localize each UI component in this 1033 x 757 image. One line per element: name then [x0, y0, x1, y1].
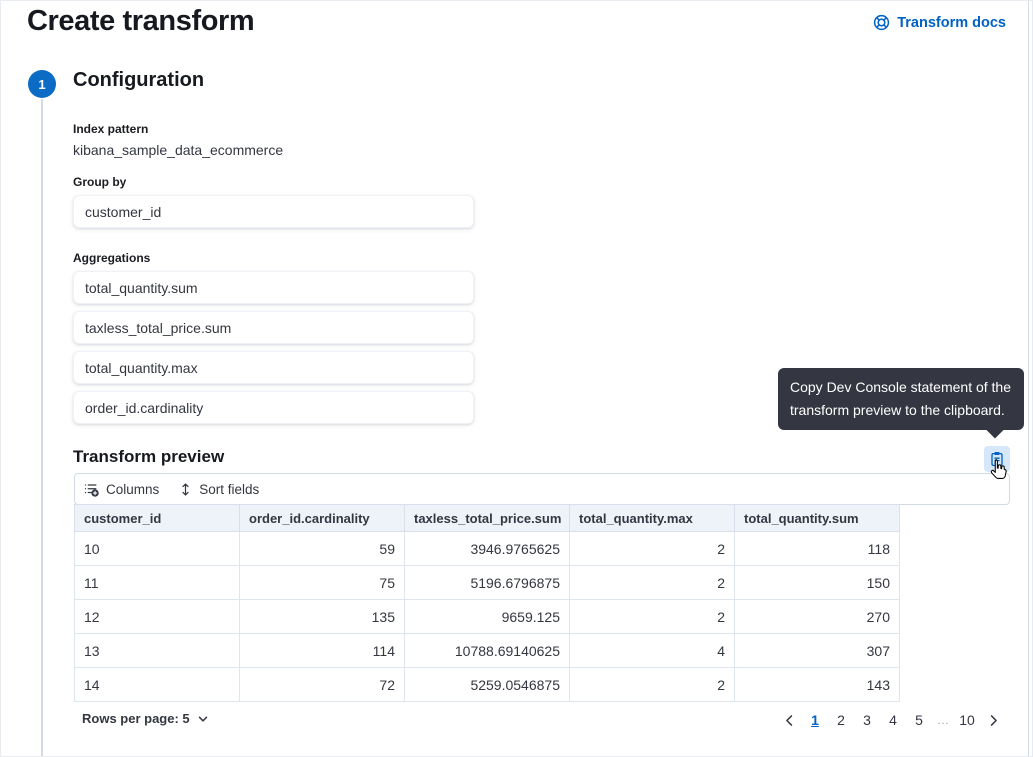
column-header-total-quantity-max[interactable]: total_quantity.max	[570, 505, 735, 532]
transform-preview-heading: Transform preview	[73, 447, 224, 467]
data-grid-toolbar: Columns Sort fields	[74, 473, 1010, 505]
cell: 118	[735, 532, 900, 566]
list-add-icon	[84, 482, 99, 497]
aggregation-item-total-quantity-sum[interactable]: total_quantity.sum	[73, 271, 474, 304]
column-header-order-id-cardinality[interactable]: order_id.cardinality	[240, 505, 405, 532]
cell: 143	[735, 668, 900, 702]
cell: 59	[240, 532, 405, 566]
previous-page-button[interactable]	[777, 708, 801, 732]
step-number-badge: 1	[28, 70, 56, 98]
group-by-label: Group by	[73, 175, 126, 189]
cell: 11	[75, 566, 240, 600]
table-row: 11 75 5196.6796875 2 150	[75, 566, 900, 600]
aggregation-item-label: total_quantity.max	[85, 360, 198, 376]
transform-docs-link[interactable]: Transform docs	[873, 14, 1006, 31]
cell: 9659.125	[405, 600, 570, 634]
sortable-icon	[179, 482, 192, 497]
chevron-left-icon	[783, 714, 796, 727]
step-connector-line	[41, 99, 43, 757]
index-pattern-label: Index pattern	[73, 122, 148, 136]
cell: 2	[570, 668, 735, 702]
page-button-2[interactable]: 2	[829, 708, 853, 732]
cell: 2	[570, 532, 735, 566]
next-page-button[interactable]	[981, 708, 1005, 732]
table-row: 10 59 3946.9765625 2 118	[75, 532, 900, 566]
cell: 2	[570, 600, 735, 634]
aggregation-item-taxless-total-price-sum[interactable]: taxless_total_price.sum	[73, 311, 474, 344]
help-ring-icon	[873, 14, 890, 31]
cell: 14	[75, 668, 240, 702]
table-row: 14 72 5259.0546875 2 143	[75, 668, 900, 702]
cell: 72	[240, 668, 405, 702]
cell: 114	[240, 634, 405, 668]
chevron-right-icon	[987, 714, 1000, 727]
page-button-10[interactable]: 10	[955, 708, 979, 732]
page-ellipsis: …	[933, 713, 953, 727]
configuration-heading: Configuration	[73, 69, 204, 92]
table-row: 13 114 10788.69140625 4 307	[75, 634, 900, 668]
cell: 3946.9765625	[405, 532, 570, 566]
cell: 4	[570, 634, 735, 668]
column-header-taxless-total-price-sum[interactable]: taxless_total_price.sum	[405, 505, 570, 532]
pagination: 1 2 3 4 5 … 10	[777, 708, 1005, 732]
copy-tooltip: Copy Dev Console statement of the transf…	[778, 368, 1024, 430]
sort-fields-button[interactable]: Sort fields	[179, 482, 259, 497]
rows-per-page-button[interactable]: Rows per page: 5	[82, 711, 209, 726]
copy-dev-console-button[interactable]	[984, 446, 1010, 472]
copy-clipboard-icon	[989, 451, 1005, 467]
cell: 5259.0546875	[405, 668, 570, 702]
cell: 270	[735, 600, 900, 634]
index-pattern-value: kibana_sample_data_ecommerce	[73, 142, 283, 158]
cell: 2	[570, 566, 735, 600]
group-by-item-customer-id[interactable]: customer_id	[73, 195, 474, 228]
aggregation-item-label: order_id.cardinality	[85, 400, 203, 416]
column-header-total-quantity-sum[interactable]: total_quantity.sum	[735, 505, 900, 532]
page-button-5[interactable]: 5	[907, 708, 931, 732]
cell: 135	[240, 600, 405, 634]
page-button-1[interactable]: 1	[803, 708, 827, 732]
table-row: 12 135 9659.125 2 270	[75, 600, 900, 634]
cell: 12	[75, 600, 240, 634]
viewport-right-border	[1028, 1, 1029, 757]
sort-fields-button-label: Sort fields	[199, 482, 259, 497]
cell: 150	[735, 566, 900, 600]
group-by-item-label: customer_id	[85, 204, 161, 220]
table-header-row: customer_id order_id.cardinality taxless…	[75, 505, 900, 532]
aggregations-label: Aggregations	[73, 251, 150, 265]
page-button-3[interactable]: 3	[855, 708, 879, 732]
aggregation-item-label: taxless_total_price.sum	[85, 320, 231, 336]
columns-button-label: Columns	[106, 482, 159, 497]
cell: 307	[735, 634, 900, 668]
cell: 10	[75, 532, 240, 566]
chevron-down-icon	[197, 713, 209, 725]
aggregation-item-label: total_quantity.sum	[85, 280, 198, 296]
page-title: Create transform	[27, 5, 254, 38]
cell: 5196.6796875	[405, 566, 570, 600]
transform-docs-label: Transform docs	[897, 15, 1006, 31]
aggregation-item-total-quantity-max[interactable]: total_quantity.max	[73, 351, 474, 384]
cell: 75	[240, 566, 405, 600]
cell: 10788.69140625	[405, 634, 570, 668]
create-transform-page: Create transform Transform docs 1 Config…	[0, 0, 1033, 757]
step-number: 1	[38, 77, 45, 92]
rows-per-page-label: Rows per page: 5	[82, 711, 190, 726]
cell: 13	[75, 634, 240, 668]
columns-button[interactable]: Columns	[84, 482, 159, 497]
page-button-4[interactable]: 4	[881, 708, 905, 732]
column-header-customer-id[interactable]: customer_id	[75, 505, 240, 532]
transform-preview-table: customer_id order_id.cardinality taxless…	[74, 504, 900, 702]
aggregation-item-order-id-cardinality[interactable]: order_id.cardinality	[73, 391, 474, 424]
